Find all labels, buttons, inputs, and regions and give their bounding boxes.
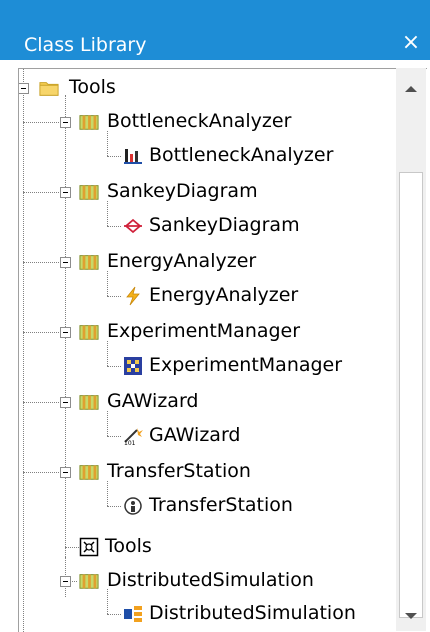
- library-icon: [79, 325, 99, 340]
- bottleneck-analyzer-icon: [124, 149, 142, 164]
- scroll-up-button[interactable]: [396, 74, 426, 104]
- tree-node-sankey-diagram-group[interactable]: SankeyDiagram: [19, 175, 389, 209]
- collapse-toggle[interactable]: [19, 83, 29, 94]
- tree-guide-line: [107, 201, 108, 226]
- collapse-toggle[interactable]: [60, 327, 71, 338]
- tree-node-label: EnergyAnalyzer: [107, 250, 257, 272]
- library-icon: [79, 115, 99, 130]
- tree-guide-line: [107, 156, 121, 157]
- tools-frame-icon: [79, 537, 99, 557]
- sankey-diagram-icon: [124, 218, 142, 234]
- vertical-scrollbar[interactable]: [396, 68, 426, 631]
- tree-guide-line: [23, 332, 61, 333]
- tree-guide-line: [65, 547, 79, 548]
- tree-guide-line: [107, 226, 121, 227]
- tree-node-distributed-simulation[interactable]: DistributedSimulation: [19, 589, 397, 631]
- library-icon: [79, 185, 99, 200]
- library-icon: [79, 255, 99, 270]
- tree-node-transfer-station[interactable]: TransferStation: [19, 481, 397, 523]
- close-icon: ×: [401, 30, 421, 55]
- tree-node-bottleneck-analyzer[interactable]: BottleneckAnalyzer: [19, 131, 397, 173]
- scrollbar-thumb[interactable]: [399, 172, 423, 618]
- tree-guide-line: [107, 296, 121, 297]
- tree-node-label: DistributedSimulation: [107, 569, 314, 591]
- tree-node-label: BottleneckAnalyzer: [149, 144, 334, 166]
- library-icon: [79, 395, 99, 410]
- tree-node-label: Tools: [69, 76, 116, 98]
- svg-text:101: 101: [124, 440, 136, 446]
- tree-node-distributed-simulation-group[interactable]: DistributedSimulation: [19, 564, 389, 598]
- tree-node-label: EnergyAnalyzer: [149, 284, 299, 306]
- distributed-simulation-icon: [124, 606, 142, 622]
- library-icon: [79, 465, 99, 480]
- tree-node-tools[interactable]: Tools: [19, 71, 389, 105]
- collapse-toggle[interactable]: [60, 397, 71, 408]
- tree-node-experiment-manager[interactable]: ExperimentManager: [19, 341, 397, 383]
- experiment-manager-icon: [124, 357, 142, 375]
- tree-node-transfer-station-group[interactable]: TransferStation: [19, 455, 389, 489]
- tree-guide-line: [107, 614, 121, 615]
- tree-guide-line: [23, 192, 61, 193]
- transfer-station-icon: [124, 497, 142, 515]
- tree-node-experiment-manager-group[interactable]: ExperimentManager: [19, 315, 389, 349]
- tree-guide-line: [23, 472, 61, 473]
- collapse-toggle[interactable]: [60, 576, 71, 587]
- library-icon: [79, 574, 99, 589]
- tree-node-label: Tools: [105, 535, 152, 557]
- tree-node-label: ExperimentManager: [107, 320, 301, 342]
- tree-node-label: ExperimentManager: [149, 354, 343, 376]
- collapse-toggle[interactable]: [60, 187, 71, 198]
- tree-guide-line: [23, 122, 61, 123]
- class-library-panel: Class Library × Tools BottleneckAnalyzer…: [0, 0, 430, 632]
- tree-guide-line: [107, 131, 108, 156]
- tree-node-gawizard-group[interactable]: GAWizard: [19, 385, 389, 419]
- tree-guide-line: [107, 436, 121, 437]
- tree-guide-line: [107, 481, 108, 506]
- tree-node-energy-analyzer-group[interactable]: EnergyAnalyzer: [19, 245, 389, 279]
- title-bar: Class Library ×: [0, 0, 430, 60]
- scroll-down-button[interactable]: [396, 601, 426, 631]
- collapse-toggle[interactable]: [60, 257, 71, 268]
- tree-node-sankey-diagram[interactable]: SankeyDiagram: [19, 201, 397, 243]
- tree-node-label: BottleneckAnalyzer: [107, 110, 292, 132]
- tree-guide-line: [23, 402, 61, 403]
- tree-guide-line: [23, 262, 61, 263]
- energy-analyzer-icon: [126, 286, 140, 306]
- tree-node-tools-leaf[interactable]: Tools: [19, 530, 389, 564]
- arrow-up-icon: [405, 86, 417, 92]
- tree-node-label: SankeyDiagram: [149, 214, 300, 236]
- tree-node-gawizard[interactable]: 101 GAWizard: [19, 411, 397, 453]
- tree-node-label: GAWizard: [107, 390, 199, 412]
- tree-node-energy-analyzer[interactable]: EnergyAnalyzer: [19, 271, 397, 313]
- tree-node-label: SankeyDiagram: [107, 180, 258, 202]
- collapse-toggle[interactable]: [60, 467, 71, 478]
- tree-node-label: GAWizard: [149, 424, 241, 446]
- tree: Tools BottleneckAnalyzer BottleneckAnalyz…: [19, 69, 397, 632]
- tree-guide-line: [107, 366, 121, 367]
- arrow-down-icon: [405, 613, 417, 619]
- tree-guide-line: [107, 506, 121, 507]
- tree-node-label: DistributedSimulation: [149, 602, 356, 624]
- collapse-toggle[interactable]: [60, 117, 71, 128]
- ga-wizard-icon: 101: [124, 428, 143, 446]
- tree-node-bottleneck-analyzer-group[interactable]: BottleneckAnalyzer: [19, 105, 389, 139]
- folder-icon: [39, 82, 59, 96]
- tree-node-label: TransferStation: [107, 460, 251, 482]
- tree-view[interactable]: Tools BottleneckAnalyzer BottleneckAnalyz…: [18, 68, 427, 632]
- panel-title: Class Library: [24, 34, 147, 56]
- tree-guide-line: [107, 589, 108, 614]
- tree-guide-line: [107, 411, 108, 436]
- close-button[interactable]: ×: [399, 32, 423, 56]
- tree-node-label: TransferStation: [149, 494, 293, 516]
- tree-guide-line: [107, 341, 108, 366]
- tree-guide-line: [107, 271, 108, 296]
